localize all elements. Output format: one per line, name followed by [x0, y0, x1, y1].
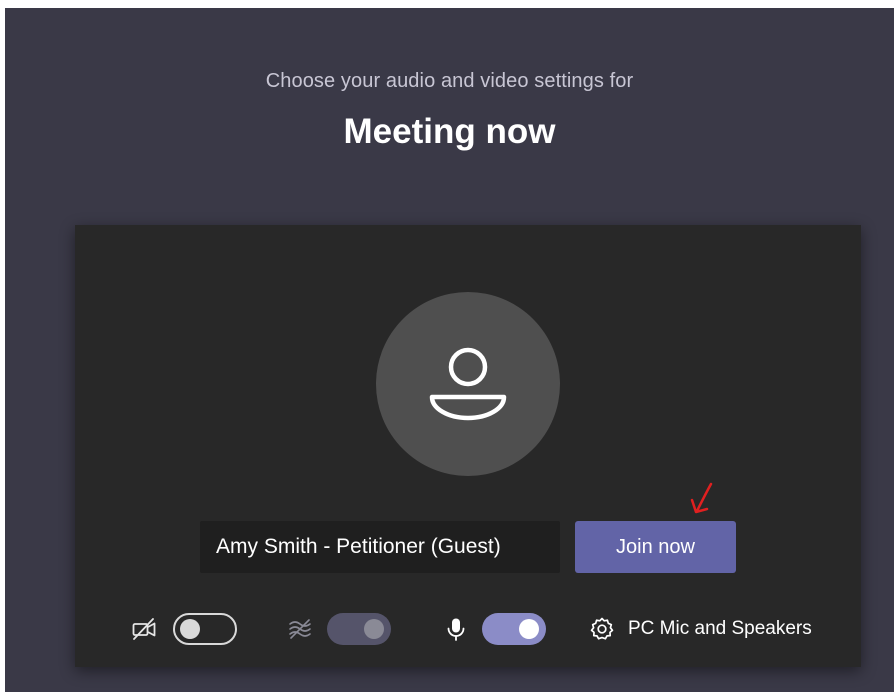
background-blur-icon: [289, 619, 311, 639]
device-settings-link[interactable]: PC Mic and Speakers: [628, 611, 812, 647]
red-arrow-icon: [690, 482, 713, 514]
microphone-toggle[interactable]: [482, 613, 546, 645]
microphone-icon: [447, 618, 465, 641]
prejoin-screen: Choose your audio and video settings for…: [5, 8, 894, 692]
background-blur-toggle[interactable]: [327, 613, 391, 645]
toggle-knob: [519, 619, 539, 639]
gear-icon[interactable]: [589, 616, 615, 642]
camera-toggle[interactable]: [173, 613, 237, 645]
camera-off-icon: [132, 618, 156, 640]
settings-subtitle: Choose your audio and video settings for: [265, 70, 634, 92]
person-icon: [429, 347, 507, 421]
device-controls-bar: PC Mic and Speakers: [75, 611, 861, 647]
meeting-title: Meeting now: [343, 112, 556, 151]
display-name-field[interactable]: Amy Smith - Petitioner (Guest): [200, 521, 560, 573]
toggle-knob: [364, 619, 384, 639]
join-now-button[interactable]: Join now: [575, 521, 736, 573]
toggle-knob: [180, 619, 200, 639]
avatar: [376, 292, 560, 476]
video-preview-panel: Amy Smith - Petitioner (Guest) Join now: [75, 225, 861, 667]
